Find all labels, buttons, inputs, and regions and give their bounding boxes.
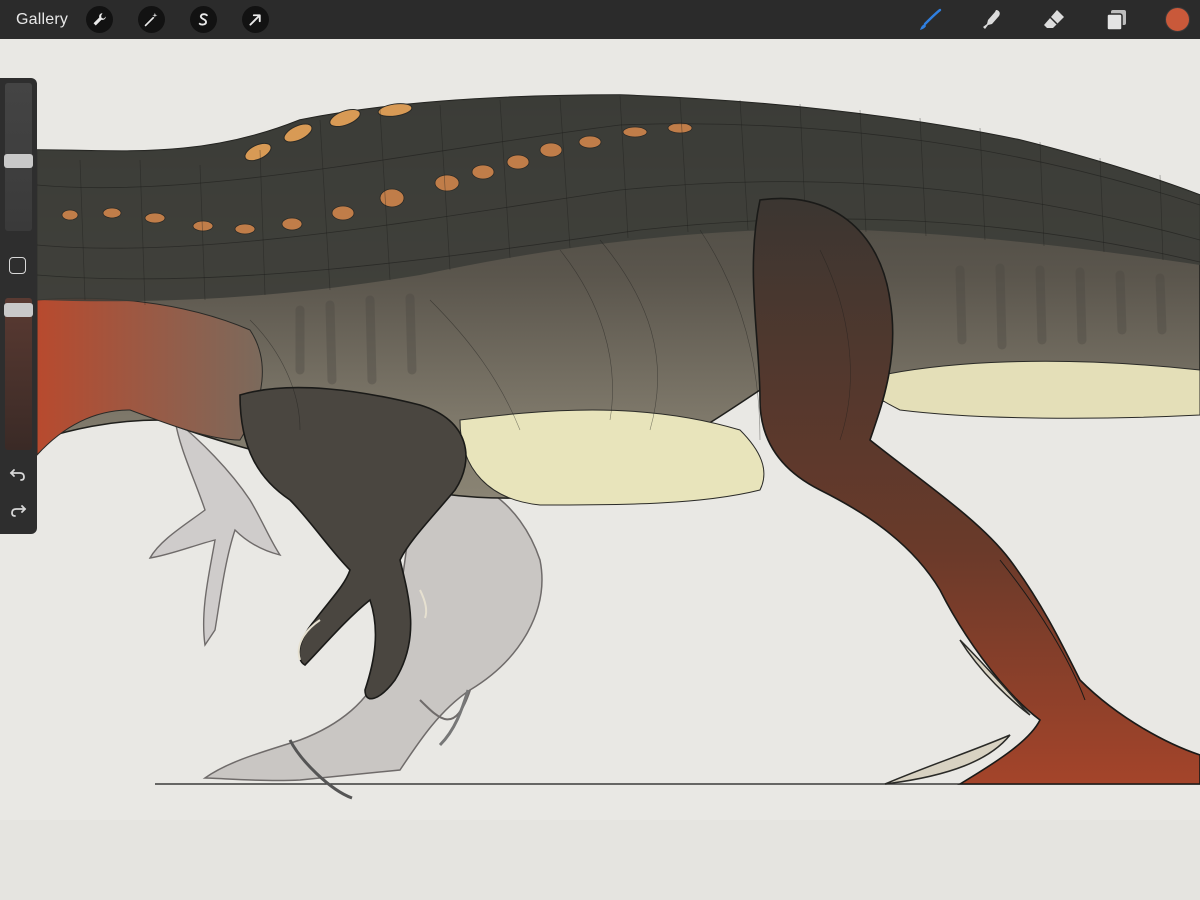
adjustments-button[interactable] <box>138 6 166 33</box>
undo-arrow-icon <box>9 469 25 481</box>
transform-button[interactable] <box>242 6 270 33</box>
modify-square-button[interactable] <box>9 257 26 274</box>
arrow-cursor-icon <box>249 14 261 26</box>
layers-icon <box>1106 9 1126 31</box>
magic-wand-icon <box>144 12 158 27</box>
drawing-canvas[interactable] <box>0 39 1200 900</box>
selection-s-icon <box>198 13 208 26</box>
redo-button[interactable] <box>8 500 28 520</box>
selection-button[interactable] <box>190 6 218 33</box>
eraser-tool-button[interactable] <box>1041 7 1067 33</box>
top-toolbar: Gallery <box>0 0 1200 39</box>
right-toolset <box>917 0 1200 39</box>
dinosaur-artwork <box>0 39 1200 900</box>
smudge-tool-button[interactable] <box>979 7 1005 33</box>
actions-wrench-button[interactable] <box>86 6 114 33</box>
brush-icon <box>920 8 942 30</box>
gallery-button[interactable]: Gallery <box>16 11 68 29</box>
layers-button[interactable] <box>1103 7 1129 33</box>
brush-size-thumb[interactable] <box>4 154 33 168</box>
brush-sidebar <box>0 78 37 534</box>
color-picker-swatch[interactable] <box>1165 7 1190 32</box>
opacity-thumb[interactable] <box>4 303 33 317</box>
redo-arrow-icon <box>11 505 27 517</box>
eraser-icon <box>1044 9 1064 28</box>
smudge-finger-icon <box>983 9 1000 29</box>
undo-button[interactable] <box>8 464 28 484</box>
wrench-icon <box>93 13 106 26</box>
brush-tool-button[interactable] <box>917 7 943 33</box>
opacity-slider[interactable] <box>5 298 32 450</box>
